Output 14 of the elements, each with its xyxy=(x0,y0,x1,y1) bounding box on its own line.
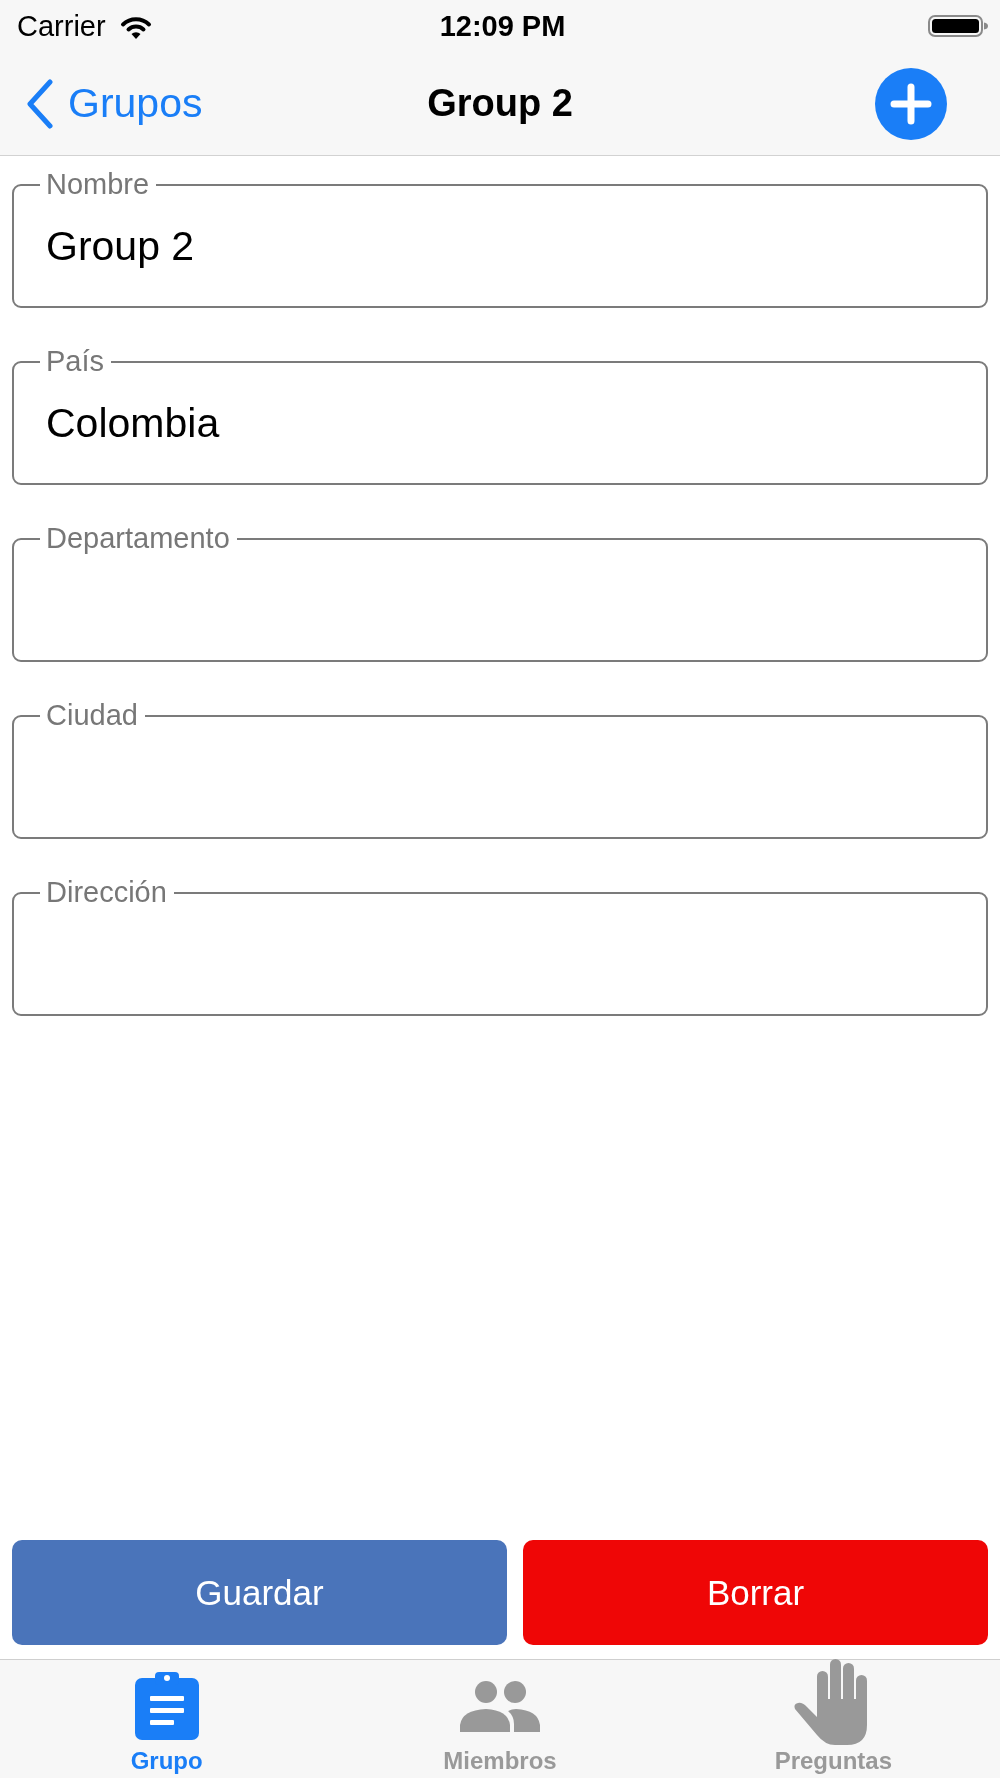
carrier-name: Carrier xyxy=(17,9,106,43)
save-button[interactable]: Guardar xyxy=(12,1540,507,1645)
battery-icon xyxy=(928,15,988,37)
tab-item[interactable]: Preguntas xyxy=(723,1660,944,1778)
delete-button[interactable]: Borrar xyxy=(523,1540,988,1645)
plus-icon[interactable] xyxy=(875,67,947,140)
status-time: 12:09 PM xyxy=(439,9,566,43)
clipboard-icon xyxy=(134,1672,199,1740)
people-icon xyxy=(460,1680,540,1732)
chevron-icon xyxy=(26,78,54,129)
tab-item[interactable]: Grupo xyxy=(56,1660,277,1778)
nav-title: Group 2 xyxy=(427,82,573,125)
tab-item[interactable]: Miembros xyxy=(390,1660,610,1778)
back-button[interactable]: Grupos xyxy=(26,78,203,129)
